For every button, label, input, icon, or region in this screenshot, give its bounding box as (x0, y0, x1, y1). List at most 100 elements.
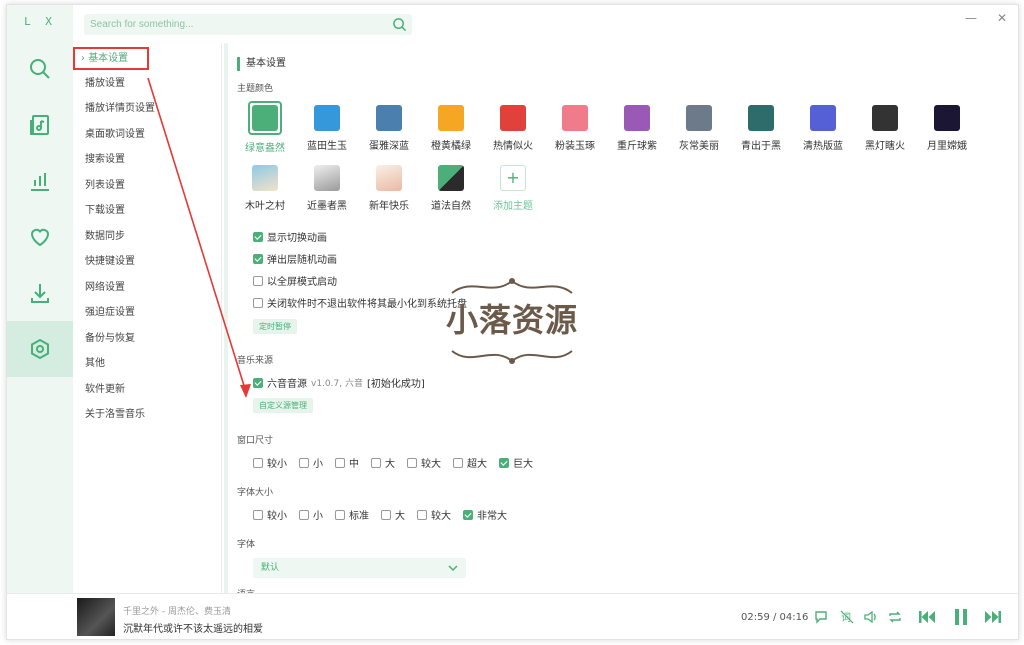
checkbox-fullscreen-start[interactable]: 以全屏模式启动 (253, 273, 337, 288)
desktop-lyric-button[interactable]: 词 (839, 607, 855, 627)
option-label: 超大 (467, 459, 487, 470)
nav-item-network[interactable]: 网络设置 (81, 279, 125, 297)
font-size-option[interactable]: 较小 (253, 507, 287, 522)
nav-item-desktop-lyric[interactable]: 桌面歌词设置 (81, 126, 145, 144)
nav-item-download[interactable]: 下载设置 (81, 202, 125, 220)
minimize-button[interactable]: — (965, 11, 977, 25)
rail-favorites-button[interactable] (7, 209, 73, 265)
theme-item[interactable]: 灰常美丽 (671, 105, 727, 152)
window-size-label: 窗口尺寸 (237, 436, 274, 446)
theme-item[interactable]: 月里嫦娥 (919, 105, 975, 152)
theme-item[interactable]: 近墨者黑 (299, 165, 355, 212)
window-size-option[interactable]: 小 (299, 455, 323, 470)
window-size-option[interactable]: 较大 (407, 455, 441, 470)
theme-label: 近墨者黑 (307, 201, 347, 212)
checkbox-show-animation[interactable]: 显示切换动画 (253, 229, 327, 244)
volume-button[interactable] (863, 607, 879, 627)
theme-item[interactable]: 清热版蓝 (795, 105, 851, 152)
checkbox-unchecked-icon (371, 457, 381, 468)
theme-item[interactable]: 粉装玉琢 (547, 105, 603, 152)
option-label: 较小 (267, 459, 287, 470)
theme-label: 月里嫦娥 (927, 141, 967, 152)
theme-item[interactable]: 重斤球紫 (609, 105, 665, 152)
rail-settings-button[interactable] (7, 321, 73, 377)
nav-item-playback[interactable]: 播放设置 (81, 75, 125, 93)
theme-item[interactable]: 绿意盎然 (237, 101, 293, 154)
pause-button[interactable] (951, 607, 971, 627)
comment-button[interactable] (813, 607, 829, 627)
window-size-option[interactable]: 较小 (253, 455, 287, 470)
option-label: 中 (349, 459, 359, 470)
nav-item-sync[interactable]: 数据同步 (81, 228, 125, 246)
nav-item-update[interactable]: 软件更新 (81, 381, 125, 399)
font-size-option[interactable]: 较大 (417, 507, 451, 522)
add-theme-button[interactable]: + 添加主题 (485, 165, 541, 212)
source-option[interactable]: 六音音源 v1.0.7, 六音 [初始化成功] (253, 375, 425, 390)
font-size-label: 字体大小 (237, 488, 274, 498)
window-size-option[interactable]: 超大 (453, 455, 487, 470)
theme-item[interactable]: 青出于黑 (733, 105, 789, 152)
theme-label: 新年快乐 (369, 201, 409, 212)
checkbox-checked-icon (253, 253, 263, 264)
checkbox-unchecked-icon (381, 509, 391, 520)
rail-leaderboard-button[interactable] (7, 153, 73, 209)
custom-source-button[interactable]: 自定义源管理 (253, 398, 313, 413)
next-button[interactable] (983, 607, 1003, 627)
theme-item[interactable]: 蛋雅深蓝 (361, 105, 417, 152)
theme-label: 重斤球紫 (617, 141, 657, 152)
checkbox-unchecked-icon (335, 457, 345, 468)
nav-item-other[interactable]: 其他 (81, 355, 105, 373)
nav-item-basic[interactable]: › 基本设置 (73, 47, 149, 70)
nav-item-hotkeys[interactable]: 快捷键设置 (81, 253, 135, 271)
previous-button[interactable] (917, 607, 937, 627)
rail-search-button[interactable] (7, 41, 73, 97)
rail-download-button[interactable] (7, 265, 73, 321)
search-input[interactable] (90, 19, 380, 30)
timer-pause-button[interactable]: 定时暂停 (253, 319, 297, 334)
font-size-option[interactable]: 标准 (335, 507, 369, 522)
search-icon[interactable] (392, 17, 407, 32)
checkbox-label: 弹出层随机动画 (267, 255, 337, 266)
music-list-icon (30, 115, 49, 135)
window-size-option[interactable]: 巨大 (499, 455, 533, 470)
nav-item-play-detail[interactable]: 播放详情页设置 (81, 100, 155, 118)
option-label: 较大 (421, 459, 441, 470)
checkbox-label: 以全屏模式启动 (267, 277, 337, 288)
album-cover[interactable] (77, 598, 115, 636)
window-size-option[interactable]: 大 (371, 455, 395, 470)
theme-item[interactable]: 蓝田生玉 (299, 105, 355, 152)
chart-icon (31, 173, 49, 191)
left-rail: L X (7, 5, 73, 593)
search-box[interactable] (84, 14, 412, 35)
nav-item-backup[interactable]: 备份与恢复 (81, 330, 135, 348)
font-size-option[interactable]: 大 (381, 507, 405, 522)
theme-item[interactable]: 橙黄橘绿 (423, 105, 479, 152)
theme-label: 黑灯瞎火 (865, 141, 905, 152)
theme-item[interactable]: 道法自然 (423, 165, 479, 212)
theme-item[interactable]: 黑灯瞎火 (857, 105, 913, 152)
theme-swatch (562, 105, 588, 131)
scrollbar[interactable] (224, 43, 228, 593)
nav-item-list[interactable]: 列表设置 (81, 177, 125, 195)
theme-item[interactable]: 木叶之村 (237, 165, 293, 212)
nav-item-about[interactable]: 关于洛雪音乐 (81, 406, 145, 424)
theme-swatch (438, 165, 464, 191)
font-size-option[interactable]: 小 (299, 507, 323, 522)
theme-item[interactable]: 新年快乐 (361, 165, 417, 212)
theme-swatch (376, 165, 402, 191)
theme-item[interactable]: 热情似火 (485, 105, 541, 152)
theme-label: 青出于黑 (741, 141, 781, 152)
song-title[interactable]: 千里之外 - 周杰伦、费玉清 (123, 604, 231, 617)
repeat-button[interactable] (887, 607, 903, 627)
font-select[interactable]: 默认 (253, 558, 466, 578)
nav-item-search[interactable]: 搜索设置 (81, 151, 125, 169)
checkbox-checked-icon (253, 231, 263, 242)
font-label: 字体 (237, 540, 256, 550)
nav-item-ocd[interactable]: 强迫症设置 (81, 304, 135, 322)
rail-song-list-button[interactable] (7, 97, 73, 153)
theme-label: 绿意盎然 (245, 143, 285, 154)
close-button[interactable]: ✕ (997, 11, 1007, 25)
window-size-option[interactable]: 中 (335, 455, 359, 470)
font-size-option[interactable]: 非常大 (463, 507, 507, 522)
checkbox-random-animation[interactable]: 弹出层随机动画 (253, 251, 337, 266)
